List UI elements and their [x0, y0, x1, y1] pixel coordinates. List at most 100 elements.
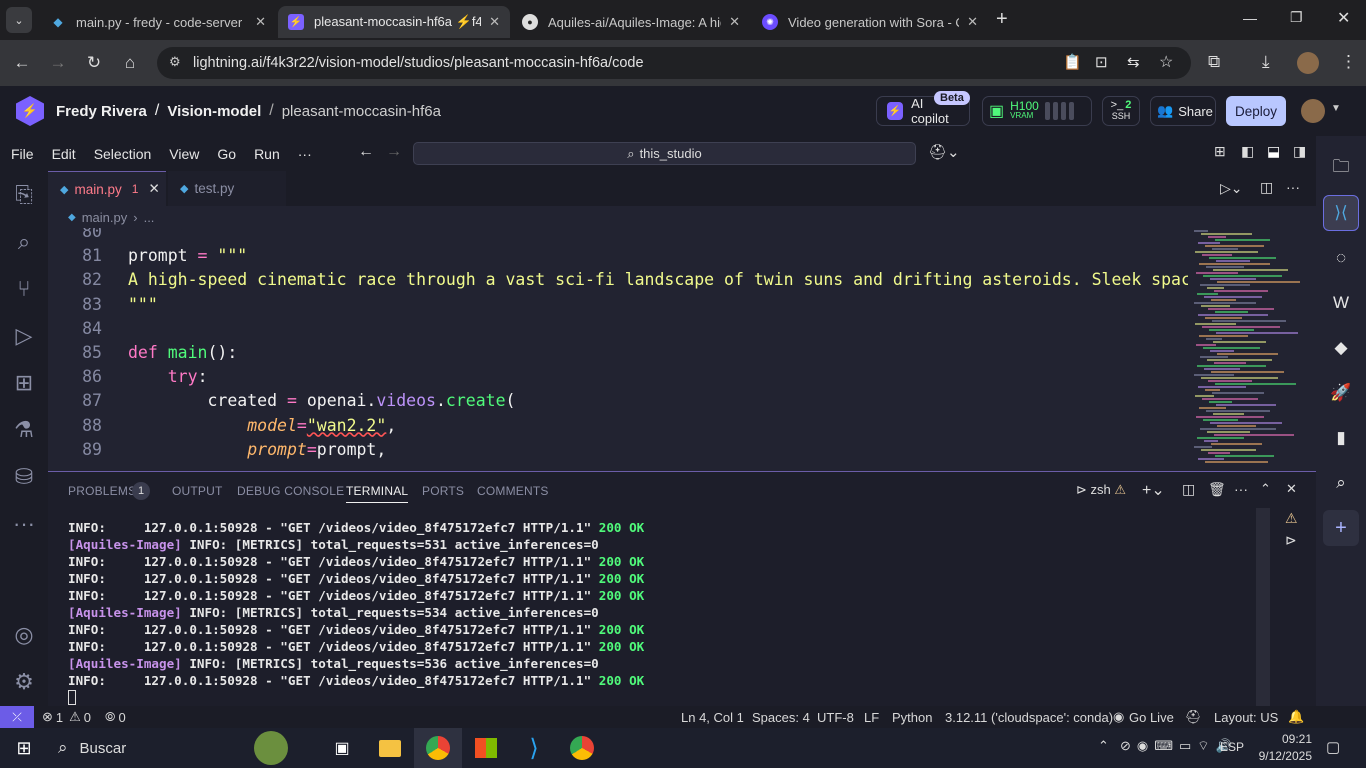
warning-icon[interactable]: ⚠	[69, 709, 81, 725]
model-icon[interactable]: ◆	[1323, 330, 1359, 366]
tab-terminal[interactable]: TERMINAL	[346, 484, 409, 503]
terminal-warning-icon[interactable]: ⚠	[1285, 510, 1298, 527]
error-icon[interactable]: ⊗	[42, 709, 53, 725]
tab-test-py[interactable]: ◆ test.py	[168, 171, 286, 206]
extensions-icon[interactable]: ⊞	[0, 359, 48, 406]
menu-edit[interactable]: Edit	[43, 146, 85, 162]
minimize-button[interactable]: —	[1243, 10, 1257, 26]
menu-selection[interactable]: Selection	[85, 146, 161, 162]
url-bar[interactable]: ⚙ lightning.ai/f4k3r22/vision-model/stud…	[157, 47, 1191, 79]
browser-tab-active[interactable]: ⚡ pleasant-moccasin-hf6a ⚡f4k3 ✕	[278, 6, 510, 38]
nav-forward-icon[interactable]: →	[386, 143, 402, 161]
indentation[interactable]: Spaces: 4	[752, 710, 810, 725]
jupyter-icon[interactable]: ◌	[1323, 240, 1359, 276]
menu-go[interactable]: Go	[208, 146, 245, 162]
browser-tab[interactable]: ● Aquiles-ai/Aquiles-Image: A hig ✕	[512, 6, 750, 38]
account-icon[interactable]: ◎	[0, 611, 48, 658]
breadcrumb-file[interactable]: main.py	[82, 210, 128, 225]
cursor-position[interactable]: Ln 4, Col 1	[681, 710, 744, 725]
home-icon[interactable]: ⌂	[112, 45, 148, 81]
close-panel-icon[interactable]: ✕	[1286, 481, 1297, 497]
keyboard-layout[interactable]: Layout: US	[1214, 710, 1278, 725]
split-editor-icon[interactable]: ◫	[1260, 179, 1273, 196]
code-line[interactable]: def main():	[128, 343, 237, 362]
wandb-icon[interactable]: W	[1323, 285, 1359, 321]
translate-icon[interactable]: ⇆	[1127, 53, 1140, 71]
gpu-icon[interactable]: ▮	[1323, 420, 1359, 456]
nav-back-icon[interactable]: ←	[358, 143, 374, 161]
terminal-scrollbar[interactable]	[1256, 508, 1270, 706]
task-view-icon[interactable]: ▣	[318, 728, 366, 768]
run-debug-icon[interactable]: ▷	[0, 312, 48, 359]
warning-count[interactable]: 0	[84, 710, 91, 725]
encoding[interactable]: UTF-8	[817, 710, 854, 725]
vscode-icon[interactable]: ⟩⟨	[1323, 195, 1359, 231]
source-control-icon[interactable]: ⑂	[0, 265, 48, 312]
show-hidden-icons[interactable]: ⌃	[1098, 738, 1109, 754]
code-line[interactable]: created = openai.videos.create(	[128, 391, 515, 410]
rocket-icon[interactable]: 🚀	[1323, 375, 1359, 411]
maximize-panel-icon[interactable]: ⌃	[1260, 481, 1271, 497]
close-tab-icon[interactable]: ✕	[967, 14, 978, 30]
tab-ports[interactable]: PORTS	[422, 484, 464, 498]
bookmark-star-icon[interactable]: ☆	[1159, 52, 1173, 72]
deploy-button[interactable]: Deploy	[1226, 96, 1286, 126]
terminal-output[interactable]: INFO: 127.0.0.1:50928 - "GET /videos/vid…	[68, 519, 644, 689]
code-line[interactable]: try:	[128, 367, 208, 386]
user-avatar[interactable]	[1301, 99, 1325, 123]
gpu-machine-button[interactable]: ▣ H100 VRAM	[982, 96, 1092, 126]
tab-main-py[interactable]: ◆ main.py 1 ✕	[48, 171, 166, 206]
explorer-icon[interactable]: ⎘	[0, 171, 48, 218]
downloads-icon[interactable]: ⤓	[1262, 52, 1270, 72]
error-count[interactable]: 1	[56, 710, 63, 725]
python-interpreter[interactable]: 3.12.11 ('cloudspace': conda)	[945, 710, 1113, 725]
split-terminal-icon[interactable]: ◫	[1182, 481, 1195, 498]
toggle-secondary-sidebar-icon[interactable]: ◨	[1293, 143, 1306, 160]
chevron-down-icon[interactable]: ▼	[1331, 103, 1341, 114]
settings-gear-icon[interactable]: ⚙	[0, 658, 48, 705]
go-live[interactable]: Go Live	[1129, 710, 1174, 725]
chrome-profile-icon[interactable]	[558, 728, 606, 768]
notification-center-icon[interactable]: ▢	[1326, 738, 1340, 756]
zoom-icon[interactable]: ⌕	[1323, 465, 1359, 501]
customize-layout-icon[interactable]: ⊞	[1214, 143, 1226, 160]
windows-start-icon[interactable]: ⊞	[0, 728, 48, 768]
kill-terminal-icon[interactable]: 🗑	[1208, 481, 1226, 498]
code-line[interactable]: """	[128, 295, 158, 314]
more-actions-icon[interactable]: ···	[1286, 179, 1300, 195]
close-tab-icon[interactable]: ✕	[148, 181, 159, 197]
go-live-icon[interactable]: ◉	[1113, 709, 1124, 725]
clock[interactable]: 09:21 9/12/2025	[1252, 731, 1312, 765]
code-line[interactable]: A high-speed cinematic race through a va…	[128, 270, 1211, 289]
ssh-button[interactable]: >_ 2 SSH	[1102, 96, 1140, 126]
maximize-button[interactable]: ❐	[1290, 9, 1303, 26]
forward-icon[interactable]: →	[40, 45, 76, 81]
share-button[interactable]: 👥 Share	[1150, 96, 1216, 126]
code-line[interactable]: prompt=prompt,	[128, 440, 386, 459]
remote-indicator[interactable]: ⤫	[0, 706, 34, 728]
new-terminal-icon[interactable]: +⌄	[1142, 480, 1165, 500]
menu-more[interactable]: ···	[289, 146, 321, 162]
toggle-sidebar-icon[interactable]: ◧	[1241, 143, 1254, 160]
tab-comments[interactable]: COMMENTS	[477, 484, 549, 498]
ports-icon[interactable]: ⦾	[105, 709, 115, 725]
search-icon[interactable]: ⌕	[0, 218, 48, 265]
taskbar-search[interactable]: ⌕ Buscar	[48, 728, 318, 768]
notifications-bell-icon[interactable]: 🔔	[1288, 709, 1304, 725]
tab-output[interactable]: OUTPUT	[172, 484, 223, 498]
toggle-panel-icon[interactable]: ⬓	[1267, 143, 1280, 160]
files-icon[interactable]: 🗀	[1323, 150, 1359, 186]
tab-search-button[interactable]: ⌄	[6, 7, 32, 33]
browser-menu-icon[interactable]: ⋮	[1340, 52, 1357, 72]
more-actions-icon[interactable]: ···	[1234, 481, 1248, 497]
clipboard-icon[interactable]: 📋	[1063, 53, 1082, 71]
menu-view[interactable]: View	[160, 146, 208, 162]
extensions-icon[interactable]: ⧉	[1208, 52, 1220, 72]
close-tab-icon[interactable]: ✕	[255, 14, 266, 30]
add-plugin-icon[interactable]: +	[1323, 510, 1359, 546]
profile-avatar[interactable]	[1297, 52, 1319, 74]
tab-problems[interactable]: PROBLEMS	[68, 484, 136, 498]
terminal-instance-icon[interactable]: ⊳	[1285, 532, 1297, 549]
new-tab-button[interactable]: +	[996, 8, 1008, 31]
close-window-button[interactable]: ✕	[1337, 8, 1350, 28]
